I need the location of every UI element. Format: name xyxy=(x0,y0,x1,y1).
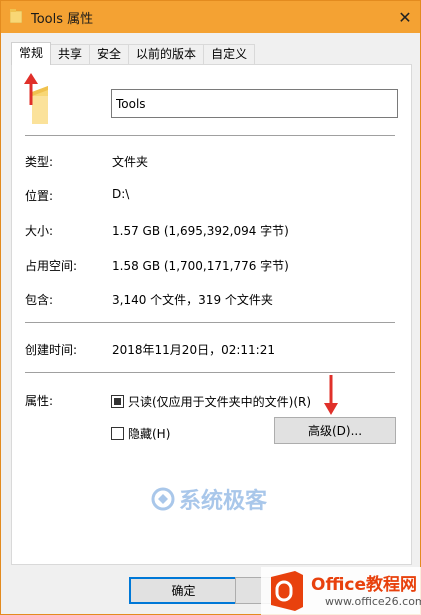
disk-size-value: 1.58 GB (1,700,171,776 字节) xyxy=(112,259,289,273)
type-label: 类型: xyxy=(25,155,54,169)
folder-icon xyxy=(10,9,22,23)
arrow-up-icon xyxy=(24,73,38,105)
tab-security[interactable]: 安全 xyxy=(89,44,130,65)
hidden-checkbox-row[interactable]: 隐藏(H) xyxy=(111,425,170,442)
readonly-checkbox-row[interactable]: 只读(仅应用于文件夹中的文件)(R) xyxy=(111,393,311,410)
location-value: D:\ xyxy=(112,187,130,201)
arrow-down-icon xyxy=(324,375,338,415)
hidden-label: 隐藏(H) xyxy=(128,427,171,441)
logo-name: Office教程网 xyxy=(311,575,418,595)
watermark-text: 系统极客 xyxy=(179,489,268,514)
folder-name-input[interactable] xyxy=(111,89,398,118)
size-label: 大小: xyxy=(25,224,54,238)
tab-sharing[interactable]: 共享 xyxy=(50,44,91,65)
office-logo-icon xyxy=(271,571,303,611)
title-bar[interactable]: Tools 属性 ✕ xyxy=(1,1,420,33)
office26-logo: Office教程网 www.office26.com xyxy=(261,567,421,615)
window-title: Tools 属性 xyxy=(31,12,94,27)
tab-bar: 常规 共享 安全 以前的版本 自定义 xyxy=(11,42,256,65)
watermark-logo-icon xyxy=(151,487,175,511)
ok-button[interactable]: 确定 xyxy=(129,577,238,604)
contains-label: 包含: xyxy=(25,293,54,307)
tab-previous-versions[interactable]: 以前的版本 xyxy=(128,44,205,65)
readonly-checkbox[interactable] xyxy=(111,395,124,408)
location-label: 位置: xyxy=(25,189,54,203)
tab-customize[interactable]: 自定义 xyxy=(203,44,256,65)
watermark: 系统极客 xyxy=(151,483,267,515)
separator xyxy=(25,135,395,136)
type-value: 文件夹 xyxy=(112,155,149,169)
size-value: 1.57 GB (1,695,392,094 字节) xyxy=(112,224,289,238)
readonly-label: 只读(仅应用于文件夹中的文件)(R) xyxy=(128,395,312,409)
close-icon: ✕ xyxy=(398,7,412,27)
logo-url: www.office26.com xyxy=(325,595,421,608)
created-label: 创建时间: xyxy=(25,343,78,357)
tab-general[interactable]: 常规 xyxy=(11,42,52,65)
disk-size-label: 占用空间: xyxy=(25,259,78,273)
separator xyxy=(25,322,395,323)
advanced-button[interactable]: 高级(D)... xyxy=(274,417,396,444)
contains-value: 3,140 个文件，319 个文件夹 xyxy=(112,293,273,307)
close-button[interactable]: ✕ xyxy=(390,1,420,33)
created-value: 2018年11月20日，02:11:21 xyxy=(112,343,275,357)
attributes-label: 属性: xyxy=(25,394,54,408)
hidden-checkbox[interactable] xyxy=(111,427,124,440)
properties-window: Tools 属性 ✕ 常规 共享 安全 以前的版本 自定义 类型: 文件夹 位置… xyxy=(0,0,421,615)
